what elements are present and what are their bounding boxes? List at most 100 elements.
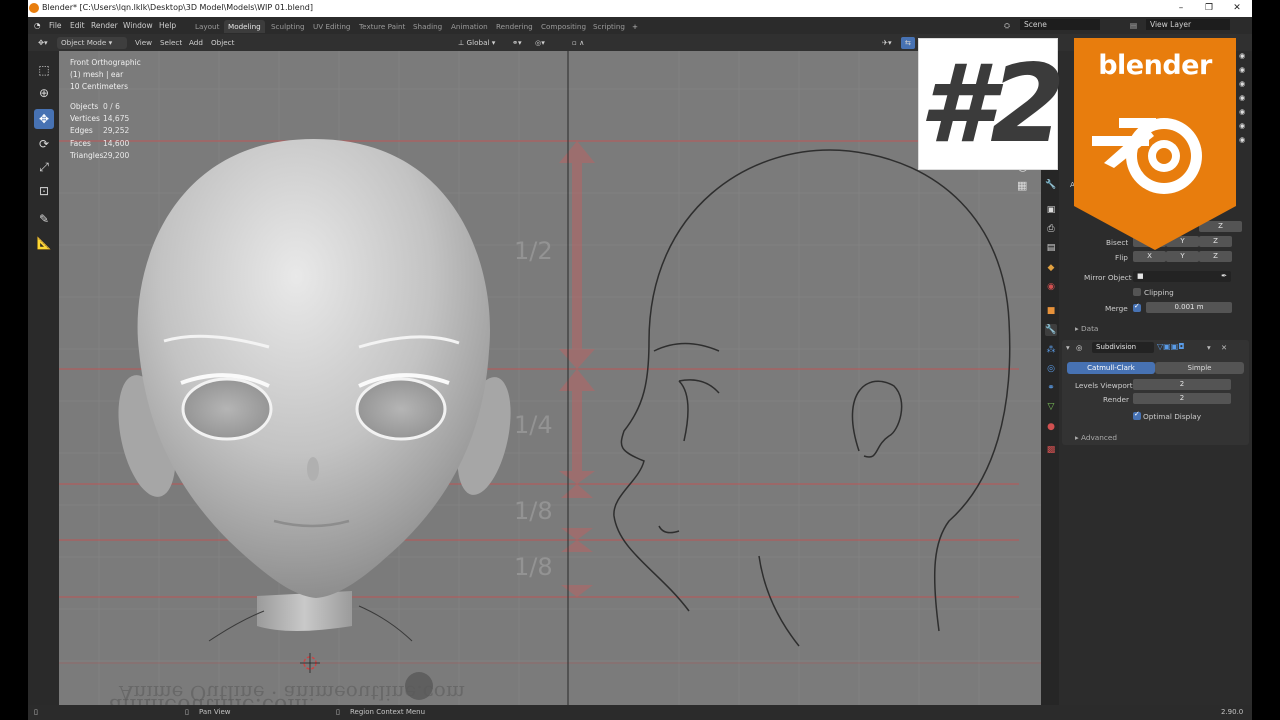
flip-z[interactable]: Z	[1199, 251, 1232, 262]
outliner-eye-icon[interactable]: ◉	[1239, 93, 1245, 102]
menu-select[interactable]: Select	[156, 37, 186, 49]
data-panel-header[interactable]: ▸ Data	[1075, 324, 1098, 333]
stat-label: Triangles	[70, 151, 104, 160]
overlay-icon[interactable]: ⇆	[901, 37, 916, 49]
proportional-edit-icon[interactable]: ▫ ∧	[568, 37, 588, 49]
outliner-eye-icon[interactable]: ◉	[1239, 107, 1245, 116]
menu-add[interactable]: Add	[185, 37, 207, 49]
output-tab-icon[interactable]: ⎙	[1045, 223, 1057, 235]
editor-type-icon[interactable]: ✥▾	[34, 37, 52, 49]
modifier-dropdown-icon[interactable]: ▾	[1207, 343, 1211, 352]
pivot-icon[interactable]: ⚭▾	[508, 37, 526, 49]
collapse-icon[interactable]: ▾	[1066, 343, 1070, 352]
menu-render[interactable]: Render	[91, 21, 118, 30]
material-tab-icon[interactable]: ●	[1045, 421, 1057, 433]
world-tab-icon[interactable]: ◉	[1045, 281, 1057, 293]
outliner-eye-icon[interactable]: ◉	[1239, 79, 1245, 88]
modifier-name-field[interactable]: Subdivision	[1092, 342, 1154, 353]
texture-tab-icon[interactable]: ▩	[1045, 444, 1057, 456]
move-icon[interactable]: ✥	[34, 109, 54, 129]
mirror-object-field[interactable]: ■ ✒	[1133, 271, 1231, 282]
outliner-eye-icon[interactable]: ◉	[1239, 135, 1245, 144]
view-layer-tab-icon[interactable]: ▤	[1045, 242, 1057, 254]
measure-icon[interactable]: 📐	[34, 233, 54, 253]
advanced-panel-header[interactable]: ▸ Advanced	[1075, 433, 1117, 442]
tab-modeling[interactable]: Modeling	[224, 20, 265, 33]
grid-scale: 10 Centimeters	[70, 82, 129, 91]
close-button[interactable]: ✕	[1224, 0, 1250, 17]
proportion-label: 1/8	[514, 497, 553, 525]
gizmo-icon[interactable]: ✈▾	[878, 37, 896, 49]
rotate-icon[interactable]: ⟳	[34, 134, 54, 154]
render-levels-field[interactable]: 2	[1133, 393, 1231, 404]
transform-icon[interactable]: ⊡	[34, 181, 54, 201]
orientation-selector[interactable]: ⊥ Global ▾	[454, 37, 499, 49]
menu-help[interactable]: Help	[159, 21, 176, 30]
merge-checkbox[interactable]: ✓	[1133, 302, 1141, 312]
object-tab-icon[interactable]: ■	[1045, 305, 1057, 317]
outliner-eye-icon[interactable]: ◉	[1239, 121, 1245, 130]
render-levels-label: Render	[1103, 395, 1129, 404]
optimal-display-checkbox[interactable]: ✓	[1133, 410, 1141, 420]
scene-tab-icon[interactable]: ◆	[1045, 262, 1057, 274]
eyedropper-icon[interactable]: ✒	[1221, 271, 1231, 282]
add-workspace-button[interactable]: +	[628, 20, 642, 33]
stat-label: Faces	[70, 139, 91, 148]
view-layer-icon[interactable]: ▤	[1130, 21, 1137, 30]
tab-layout[interactable]: Layout	[191, 20, 223, 33]
tab-animation[interactable]: Animation	[447, 20, 492, 33]
clipping-checkbox[interactable]	[1133, 288, 1141, 296]
menu-file[interactable]: File	[49, 21, 62, 30]
outliner-eye-icon[interactable]: ◉	[1239, 51, 1245, 60]
simple-toggle[interactable]: Simple	[1155, 362, 1244, 374]
flip-x[interactable]: X	[1133, 251, 1166, 262]
view-layer-selector[interactable]: View Layer	[1146, 19, 1230, 30]
tab-shading[interactable]: Shading	[409, 20, 446, 33]
cursor-icon[interactable]: ⊕	[34, 83, 54, 103]
particles-tab-icon[interactable]: ⁂	[1045, 344, 1057, 356]
tab-sculpting[interactable]: Sculpting	[267, 20, 309, 33]
3d-cursor[interactable]	[300, 653, 320, 673]
render-tab-icon[interactable]: ▣	[1045, 204, 1057, 216]
window-title: Blender* [C:\Users\lqn.lklk\Desktop\3D M…	[42, 3, 313, 12]
annotate-icon[interactable]: ✎	[34, 209, 54, 229]
outliner-eye-icon[interactable]: ◉	[1239, 65, 1245, 74]
minimize-button[interactable]: –	[1168, 0, 1194, 17]
tab-scripting[interactable]: Scripting	[589, 20, 629, 33]
tab-uv-editing[interactable]: UV Editing	[309, 20, 355, 33]
tool-tab-icon[interactable]: 🔧	[1045, 179, 1057, 191]
viewport-header: ✥▾ Object Mode ▾ View Select Add Object …	[28, 34, 1252, 51]
constraints-tab-icon[interactable]: ⚭	[1045, 382, 1057, 394]
scene-selector[interactable]: Scene	[1020, 19, 1100, 30]
physics-tab-icon[interactable]: ◎	[1045, 363, 1057, 375]
merge-distance[interactable]: 0.001 m	[1146, 302, 1232, 313]
levels-viewport-field[interactable]: 2	[1133, 379, 1231, 390]
tab-texture-paint[interactable]: Texture Paint	[355, 20, 409, 33]
flip-y[interactable]: Y	[1166, 251, 1199, 262]
catmull-clark-toggle[interactable]: Catmull-Clark	[1067, 362, 1155, 374]
menu-window[interactable]: Window	[123, 21, 153, 30]
front-head-model[interactable]	[109, 139, 520, 642]
watermark: Anime Outline · animeoutline.com	[119, 681, 465, 705]
grid-view-icon[interactable]: ▦	[1017, 179, 1027, 192]
modifier-tab-icon[interactable]: 🔧	[1045, 324, 1057, 336]
maximize-button[interactable]: ❐	[1196, 0, 1222, 17]
modifier-remove-icon[interactable]: ✕	[1221, 343, 1227, 352]
mode-selector[interactable]: Object Mode ▾	[57, 37, 127, 49]
tab-rendering[interactable]: Rendering	[492, 20, 537, 33]
3d-viewport[interactable]: animeoutline.com	[59, 51, 1041, 705]
blender-window: Blender* [C:\Users\lqn.lklk\Desktop\3D M…	[0, 0, 1280, 720]
menu-object[interactable]: Object	[207, 37, 238, 49]
select-box-icon[interactable]: ⬚	[34, 60, 54, 80]
mouse-right-icon: ▯	[336, 708, 340, 716]
scene-icon[interactable]: ⛭	[1004, 21, 1010, 31]
blender-menu-icon[interactable]: ◔	[34, 21, 41, 30]
scale-icon[interactable]: ⤢	[34, 157, 54, 177]
snap-icon[interactable]: ◎▾	[531, 37, 549, 49]
menu-edit[interactable]: Edit	[70, 21, 85, 30]
modifier-visibility-icons[interactable]: ▽▣▣◘	[1157, 342, 1185, 351]
menu-view[interactable]: View	[131, 37, 156, 49]
tab-compositing[interactable]: Compositing	[537, 20, 590, 33]
data-tab-icon[interactable]: ▽	[1045, 401, 1057, 413]
viewport-canvas: animeoutline.com	[59, 51, 1041, 705]
